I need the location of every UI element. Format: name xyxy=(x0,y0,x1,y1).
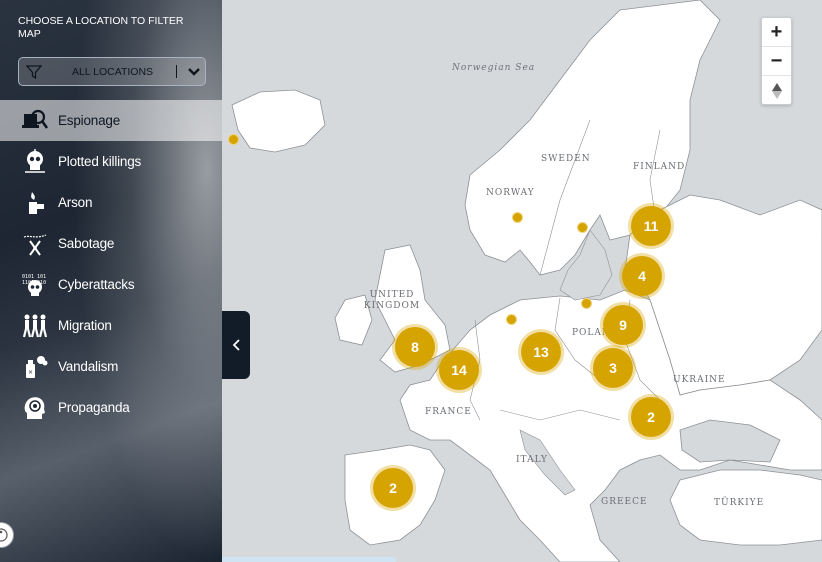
zoom-out-button[interactable]: − xyxy=(762,47,791,76)
filter-sidebar: CHOOSE A LOCATION TO FILTER MAP ALL LOCA… xyxy=(0,0,222,562)
lighter-flame-icon xyxy=(22,190,48,216)
location-select[interactable]: ALL LOCATIONS xyxy=(18,57,206,86)
map-point[interactable] xyxy=(506,314,517,325)
category-migration[interactable]: Migration xyxy=(0,305,222,346)
chevron-left-icon xyxy=(232,339,240,351)
skull-crosshair-icon xyxy=(22,148,48,175)
category-label: Arson xyxy=(58,195,93,210)
country-label-norway: NORWAY xyxy=(486,188,535,198)
spy-laptop-icon xyxy=(22,108,48,134)
chevron-down-icon xyxy=(183,67,205,77)
filter-title: CHOOSE A LOCATION TO FILTER MAP xyxy=(18,15,184,40)
category-label: Sabotage xyxy=(58,236,115,251)
cluster-marker[interactable]: 8 xyxy=(395,327,435,367)
cluster-marker[interactable]: 9 xyxy=(603,305,643,345)
category-label: Vandalism xyxy=(58,359,119,374)
category-sabotage[interactable]: Sabotage xyxy=(0,223,222,264)
category-arson[interactable]: Arson xyxy=(0,182,222,223)
category-vandalism[interactable]: × Vandalism xyxy=(0,346,222,387)
head-target-icon xyxy=(22,395,48,421)
walking-people-icon xyxy=(22,313,48,339)
category-espionage[interactable]: Espionage xyxy=(0,100,222,141)
category-cyberattacks[interactable]: 0101 101 1101 010 Cyberattacks xyxy=(0,264,222,305)
category-propaganda[interactable]: Propaganda xyxy=(0,387,222,428)
map-point[interactable] xyxy=(228,134,239,145)
country-label-france: FRANCE xyxy=(425,407,472,417)
category-label: Propaganda xyxy=(58,400,130,415)
category-list: Espionage Plotted killings Arson Sabotag… xyxy=(0,100,222,428)
sea-label-norwegian: Norwegian Sea xyxy=(452,63,536,73)
country-label-ukraine: UKRAINE xyxy=(673,375,726,385)
cluster-marker[interactable]: 2 xyxy=(373,468,413,508)
category-label: Cyberattacks xyxy=(58,277,135,292)
compass-icon xyxy=(771,82,782,99)
cluster-marker[interactable]: 13 xyxy=(521,332,561,372)
country-label-finland: FINLAND xyxy=(633,162,686,172)
cluster-marker[interactable]: 14 xyxy=(439,350,479,390)
category-label: Espionage xyxy=(58,113,121,128)
category-plotted-killings[interactable]: Plotted killings xyxy=(0,141,222,182)
country-label-italy: ITALY xyxy=(516,455,548,465)
location-select-value: ALL LOCATIONS xyxy=(71,65,154,78)
cluster-marker[interactable]: 4 xyxy=(622,256,662,296)
category-label: Plotted killings xyxy=(58,154,142,169)
binary-skull-icon: 0101 101 1101 010 xyxy=(22,272,48,298)
country-label-turkiye: TÜRKIYE xyxy=(714,498,765,508)
cluster-marker[interactable]: 3 xyxy=(593,348,633,388)
accessibility-icon xyxy=(0,528,8,542)
svg-text:×: × xyxy=(28,369,33,376)
map-point[interactable] xyxy=(512,212,523,223)
country-label-sweden: SWEDEN xyxy=(541,154,591,164)
pliers-wire-icon xyxy=(22,231,48,257)
compass-button[interactable] xyxy=(762,76,791,105)
zoom-control: + − xyxy=(761,17,792,105)
category-label: Migration xyxy=(58,318,112,333)
country-label-greece: GREECE xyxy=(601,497,648,507)
map-point[interactable] xyxy=(577,222,588,233)
filter-funnel-icon xyxy=(19,58,49,85)
cluster-marker[interactable]: 2 xyxy=(631,397,671,437)
cluster-marker[interactable]: 11 xyxy=(631,206,671,246)
spray-can-icon: × xyxy=(22,354,48,380)
collapse-sidebar-button[interactable] xyxy=(222,311,250,379)
zoom-in-button[interactable]: + xyxy=(762,18,791,47)
bottom-strip xyxy=(222,557,396,562)
country-label-united-kingdom: UNITED KINGDOM xyxy=(363,290,421,311)
map-point[interactable] xyxy=(581,298,592,309)
